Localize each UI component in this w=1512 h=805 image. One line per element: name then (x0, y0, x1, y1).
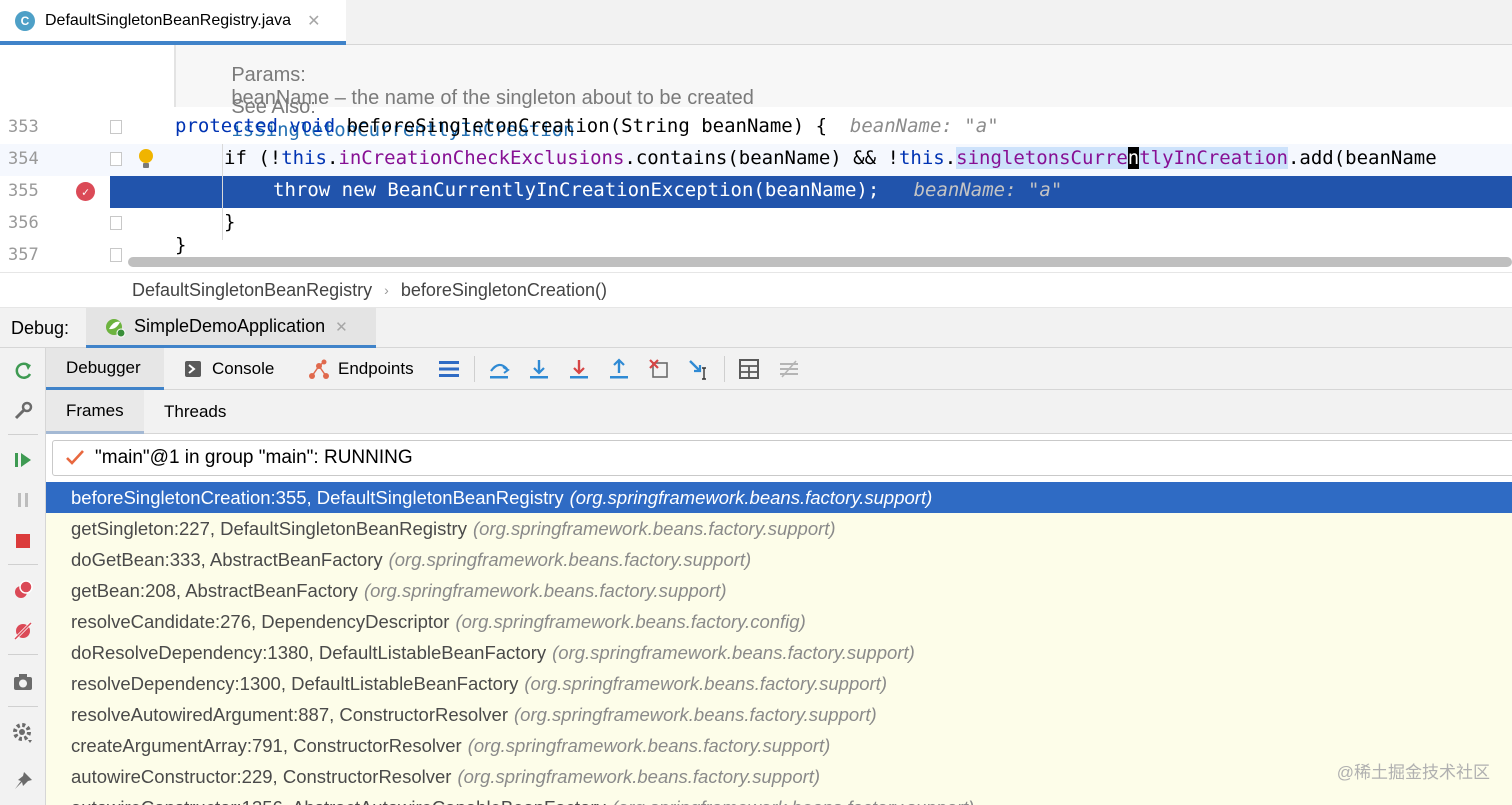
code-line-357[interactable]: 357 } (0, 234, 1512, 272)
line-number: 354 (8, 149, 39, 169)
force-step-into-icon[interactable] (568, 358, 590, 380)
fold-icon[interactable] (110, 120, 122, 134)
breadcrumb-class[interactable]: DefaultSingletonBeanRegistry (132, 280, 372, 301)
code-line-354[interactable]: 354 if (!this.inCreationCheckExclusions.… (0, 144, 1512, 176)
line-number: 357 (8, 245, 39, 265)
checkmark-icon (66, 450, 84, 465)
selected-identifier: singletonsCurrentlyInCreation (956, 147, 1288, 169)
frame-row[interactable]: doGetBean:333, AbstractBeanFactory (org.s… (46, 544, 1512, 575)
step-into-icon[interactable] (528, 358, 550, 380)
breadcrumb-separator: › (384, 282, 389, 298)
trace-current-stream-icon[interactable] (778, 358, 800, 380)
camera-icon[interactable] (12, 671, 34, 693)
frame-row[interactable]: doResolveDependency:1380, DefaultListabl… (46, 637, 1512, 668)
view-breakpoints-icon[interactable] (12, 579, 34, 601)
step-out-icon[interactable] (608, 358, 630, 380)
watermark: @稀土掘金技术社区 (1336, 763, 1490, 782)
frame-row[interactable]: autowireConstructor:229, ConstructorReso… (46, 761, 1512, 792)
tab-endpoints[interactable]: Endpoints (308, 348, 414, 390)
frame-row[interactable]: resolveAutowiredArgument:887, Constructo… (46, 699, 1512, 730)
debug-left-toolbar (0, 348, 46, 805)
pin-icon[interactable] (12, 770, 34, 792)
gear-icon[interactable] (12, 722, 34, 744)
editor-tab-bar: C DefaultSingletonBeanRegistry.java ✕ (0, 0, 1512, 45)
endpoints-icon (309, 359, 329, 379)
menu-icon[interactable] (438, 358, 460, 380)
run-to-cursor-icon[interactable] (688, 358, 710, 380)
javadoc-rendered: Params: beanName – the name of the singl… (174, 45, 1512, 141)
lightbulb-icon[interactable] (138, 147, 154, 171)
evaluate-expression-icon[interactable] (738, 358, 760, 380)
thread-label: "main"@1 in group "main": RUNNING (95, 447, 413, 468)
frames-threads-tabs: Frames Threads (46, 390, 1512, 434)
fold-icon[interactable] (110, 248, 122, 262)
tab-debugger[interactable]: Debugger (46, 348, 164, 390)
close-icon[interactable]: ✕ (307, 11, 320, 31)
editor-tab-label: DefaultSingletonBeanRegistry.java (45, 11, 292, 29)
line-number: 353 (8, 117, 39, 137)
stop-icon[interactable] (12, 530, 34, 552)
frame-row[interactable]: resolveCandidate:276, DependencyDescript… (46, 606, 1512, 637)
frame-row[interactable]: getSingleton:227, DefaultSingletonBeanRe… (46, 513, 1512, 544)
line-number: 356 (8, 213, 39, 233)
fold-icon[interactable] (110, 216, 122, 230)
editor-tab-default-singleton-bean-registry[interactable]: C DefaultSingletonBeanRegistry.java ✕ (0, 0, 346, 45)
frame-row[interactable]: getBean:208, AbstractBeanFactory (org.spr… (46, 575, 1512, 606)
frames-list[interactable]: beforeSingletonCreation:355, DefaultSing… (46, 482, 1512, 805)
debug-title: Debug: (11, 318, 70, 338)
rerun-icon[interactable] (12, 360, 34, 382)
spring-boot-icon (106, 318, 126, 337)
pause-icon[interactable] (12, 489, 34, 511)
thread-selector-row: "main"@1 in group "main": RUNNING (46, 434, 1512, 482)
tab-threads[interactable]: Threads (164, 390, 226, 434)
close-icon[interactable]: ✕ (335, 318, 348, 336)
frame-row[interactable]: autowireConstructor:1356, AbstractAutowi… (46, 792, 1512, 805)
settings-wrench-icon[interactable] (12, 400, 34, 422)
indent-guide (222, 144, 223, 240)
frame-row[interactable]: beforeSingletonCreation:355, DefaultSing… (46, 482, 1512, 513)
breadcrumb-method[interactable]: beforeSingletonCreation() (401, 280, 607, 301)
inline-value-hint: beanName: "a" (913, 179, 1063, 201)
tab-console[interactable]: Console (184, 348, 274, 390)
fold-icon[interactable] (110, 152, 122, 166)
frame-row[interactable]: resolveDependency:1300, DefaultListableB… (46, 668, 1512, 699)
breadcrumb: DefaultSingletonBeanRegistry › beforeSin… (0, 272, 1512, 308)
code-editor[interactable]: Params: beanName – the name of the singl… (0, 45, 1512, 272)
drop-frame-icon[interactable] (648, 358, 670, 380)
resume-icon[interactable] (12, 449, 34, 471)
code-line-355-execution-point[interactable]: 355 ✓ throw new BeanCurrentlyInCreationE… (0, 176, 1512, 208)
run-config-label: SimpleDemoApplication (134, 316, 326, 336)
tab-frames[interactable]: Frames (46, 390, 144, 434)
console-icon (185, 361, 201, 377)
breakpoint-icon[interactable]: ✓ (76, 182, 95, 201)
code-line-353[interactable]: 353 protected void beforeSingletonCreati… (0, 112, 1512, 144)
java-class-icon: C (15, 10, 35, 31)
inline-value-hint: beanName: "a" (849, 115, 999, 137)
frame-row[interactable]: createArgumentArray:791, ConstructorReso… (46, 730, 1512, 761)
run-config-tab[interactable]: SimpleDemoApplication ✕ (86, 308, 376, 348)
code-line-356[interactable]: 356 } (0, 208, 1512, 240)
thread-selector[interactable]: "main"@1 in group "main": RUNNING (52, 440, 1512, 476)
horizontal-scrollbar[interactable] (128, 257, 1512, 267)
text-caret: n (1127, 147, 1140, 169)
mute-breakpoints-icon[interactable] (12, 620, 34, 642)
debugger-toolbar: Debugger Console Endpoints (46, 348, 1512, 390)
step-over-icon[interactable] (488, 358, 510, 380)
debug-tool-window-header: Debug: SimpleDemoApplication ✕ (0, 308, 1512, 348)
